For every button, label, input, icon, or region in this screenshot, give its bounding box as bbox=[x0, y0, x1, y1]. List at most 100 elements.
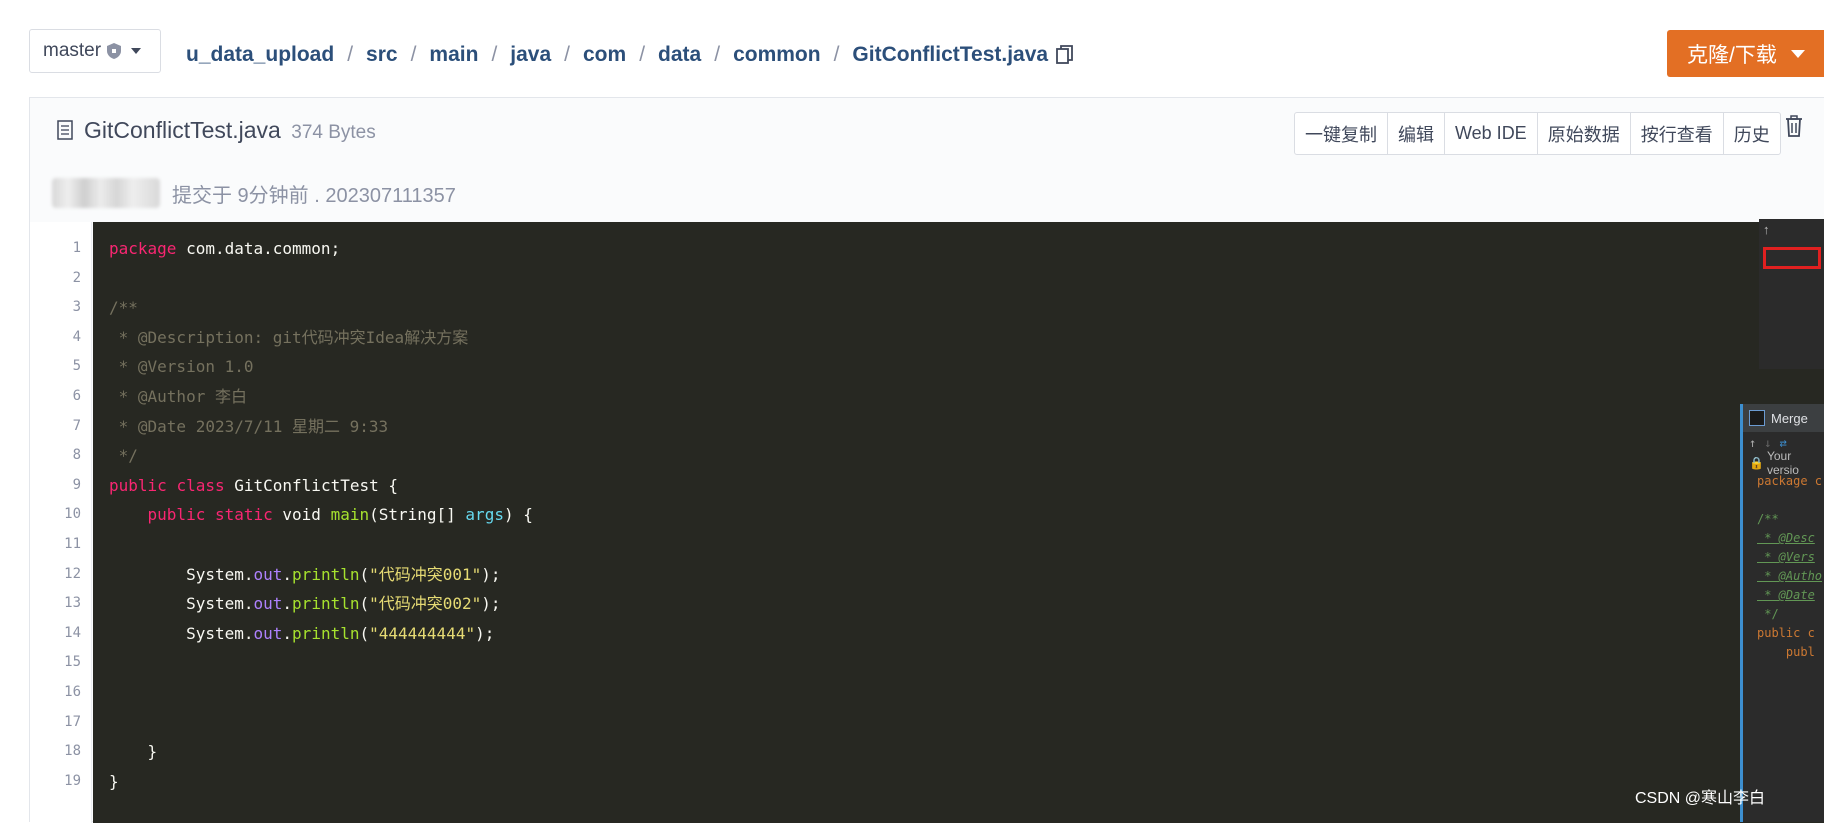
file-icon bbox=[57, 120, 73, 140]
code-line: */ bbox=[109, 446, 138, 466]
your-version-header: 🔒 Your versio bbox=[1743, 449, 1824, 477]
line-number[interactable]: 17 bbox=[30, 708, 91, 738]
breadcrumb-separator: / bbox=[410, 43, 417, 66]
line-number[interactable]: 8 bbox=[30, 441, 91, 471]
file-actions: 一键复制 编辑 Web IDE 原始数据 按行查看 历史 bbox=[1294, 112, 1781, 155]
commit-text: 提交于 9分钟前 . 202307111357 bbox=[172, 184, 456, 207]
intellij-icon bbox=[1749, 410, 1765, 426]
breadcrumb-separator: / bbox=[833, 43, 840, 66]
line-number[interactable]: 10 bbox=[30, 500, 91, 530]
blame-button[interactable]: 按行查看 bbox=[1631, 113, 1724, 154]
code-line: System.out.println("代码冲突002"); bbox=[109, 594, 501, 614]
chevron-down-icon bbox=[131, 48, 142, 54]
code-line: * @Description: git代码冲突Idea解决方案 bbox=[109, 327, 469, 347]
apply-changes-icon[interactable]: ⇄ bbox=[1779, 436, 1786, 450]
raw-button[interactable]: 原始数据 bbox=[1538, 113, 1631, 154]
file-name: GitConflictTest.java bbox=[84, 117, 281, 143]
copy-icon[interactable] bbox=[1056, 45, 1074, 65]
merge-code-line bbox=[1743, 491, 1824, 510]
file-header: GitConflictTest.java 374 Bytes 一键复制 编辑 W… bbox=[30, 98, 1824, 222]
merge-code-line: package c bbox=[1757, 474, 1823, 488]
merge-code-line: public c bbox=[1757, 626, 1815, 640]
code-viewer: 1 2 3 4 5 6 7 8 9 10 11 12 13 14 15 16 1… bbox=[30, 222, 1824, 823]
line-number-gutter: 1 2 3 4 5 6 7 8 9 10 11 12 13 14 15 16 1… bbox=[30, 222, 92, 823]
clone-download-button[interactable]: 克隆/下载 bbox=[1667, 30, 1824, 77]
breadcrumb-separator: / bbox=[639, 43, 646, 66]
breadcrumb-separator: / bbox=[347, 43, 354, 66]
code-line: } bbox=[109, 742, 158, 762]
copy-all-button[interactable]: 一键复制 bbox=[1295, 113, 1388, 154]
line-number[interactable]: 7 bbox=[30, 412, 91, 442]
code-line: System.out.println("代码冲突001"); bbox=[109, 564, 501, 584]
code-line: public static void main(String[] args) { bbox=[147, 505, 533, 525]
breadcrumb-file: GitConflictTest.java bbox=[852, 43, 1049, 66]
breadcrumb: u_data_upload / src / main / java / com … bbox=[186, 40, 1074, 70]
line-number[interactable]: 4 bbox=[30, 323, 91, 353]
breadcrumb-data[interactable]: data bbox=[658, 43, 701, 67]
line-number[interactable]: 3 bbox=[30, 293, 91, 323]
merge-code-line: * @Desc bbox=[1757, 531, 1815, 545]
code-line: * @Author 李白 bbox=[109, 386, 247, 406]
lock-icon: 🔒 bbox=[1749, 456, 1764, 470]
history-button[interactable]: 历史 bbox=[1724, 113, 1780, 154]
line-number[interactable]: 14 bbox=[30, 619, 91, 649]
breadcrumb-separator: / bbox=[714, 43, 721, 66]
edit-button[interactable]: 编辑 bbox=[1388, 113, 1445, 154]
breadcrumb-separator: / bbox=[491, 43, 498, 66]
merge-code-line: */ bbox=[1757, 607, 1779, 621]
chevron-down-icon bbox=[1790, 49, 1805, 58]
file-panel: GitConflictTest.java 374 Bytes 一键复制 编辑 W… bbox=[29, 97, 1824, 823]
clone-download-label: 克隆/下载 bbox=[1687, 43, 1777, 67]
merge-code-line: * @Date bbox=[1757, 588, 1815, 602]
line-number[interactable]: 1 bbox=[30, 234, 91, 264]
line-number[interactable]: 16 bbox=[30, 678, 91, 708]
line-number[interactable]: 5 bbox=[30, 352, 91, 382]
breadcrumb-common[interactable]: common bbox=[733, 43, 821, 67]
commit-info: 提交于 9分钟前 . 202307111357 bbox=[52, 178, 456, 208]
avatar[interactable] bbox=[52, 178, 160, 208]
arrow-up-icon[interactable]: ↑ bbox=[1749, 436, 1756, 450]
merge-code-line: publ bbox=[1757, 645, 1815, 659]
watermark: CSDN @寒山李白 bbox=[1635, 790, 1766, 807]
line-number[interactable]: 2 bbox=[30, 264, 91, 294]
breadcrumb-src[interactable]: src bbox=[366, 43, 398, 67]
ide-merge-window: Merge ↑ ↓ ⇄ 🔒 Your versio package c /** *… bbox=[1740, 404, 1824, 822]
line-number[interactable]: 9 bbox=[30, 471, 91, 501]
breadcrumb-separator: / bbox=[564, 43, 570, 66]
file-title: GitConflictTest.java 374 Bytes bbox=[84, 117, 376, 144]
line-number[interactable]: 18 bbox=[30, 737, 91, 767]
line-number[interactable]: 19 bbox=[30, 767, 91, 797]
code-line: * @Version 1.0 bbox=[109, 357, 254, 377]
highlight-box bbox=[1763, 247, 1821, 269]
code-line: /** bbox=[109, 298, 138, 318]
arrow-up-icon: ↑ bbox=[1763, 222, 1770, 237]
line-number[interactable]: 6 bbox=[30, 382, 91, 412]
trash-icon[interactable] bbox=[1784, 115, 1804, 137]
arrow-down-icon[interactable]: ↓ bbox=[1764, 436, 1771, 450]
branch-selector[interactable]: master bbox=[29, 29, 161, 73]
line-number[interactable]: 12 bbox=[30, 560, 91, 590]
code-body[interactable]: package com.data.common; /** * @Descripti… bbox=[93, 222, 1824, 823]
file-size: 374 Bytes bbox=[291, 122, 376, 143]
code-line: System.out.println("444444444"); bbox=[109, 623, 495, 643]
merge-code-line: * @Autho bbox=[1757, 569, 1823, 583]
merge-title: Merge bbox=[1771, 410, 1808, 426]
breadcrumb-main[interactable]: main bbox=[429, 43, 478, 67]
branch-name: master bbox=[43, 40, 102, 61]
breadcrumb-com[interactable]: com bbox=[583, 43, 626, 67]
line-number[interactable]: 13 bbox=[30, 589, 91, 619]
merge-code: package c /** * @Desc * @Vers * @Autho * … bbox=[1743, 472, 1824, 662]
ide-editor-fragment: ↑ bbox=[1759, 219, 1824, 369]
line-number[interactable]: 15 bbox=[30, 648, 91, 678]
breadcrumb-repo[interactable]: u_data_upload bbox=[186, 43, 334, 67]
code-line: } bbox=[109, 771, 119, 791]
web-ide-button[interactable]: Web IDE bbox=[1445, 113, 1538, 154]
breadcrumb-java[interactable]: java bbox=[510, 43, 551, 67]
line-number[interactable]: 11 bbox=[30, 530, 91, 560]
code-line: package com.data.common; bbox=[109, 239, 341, 258]
